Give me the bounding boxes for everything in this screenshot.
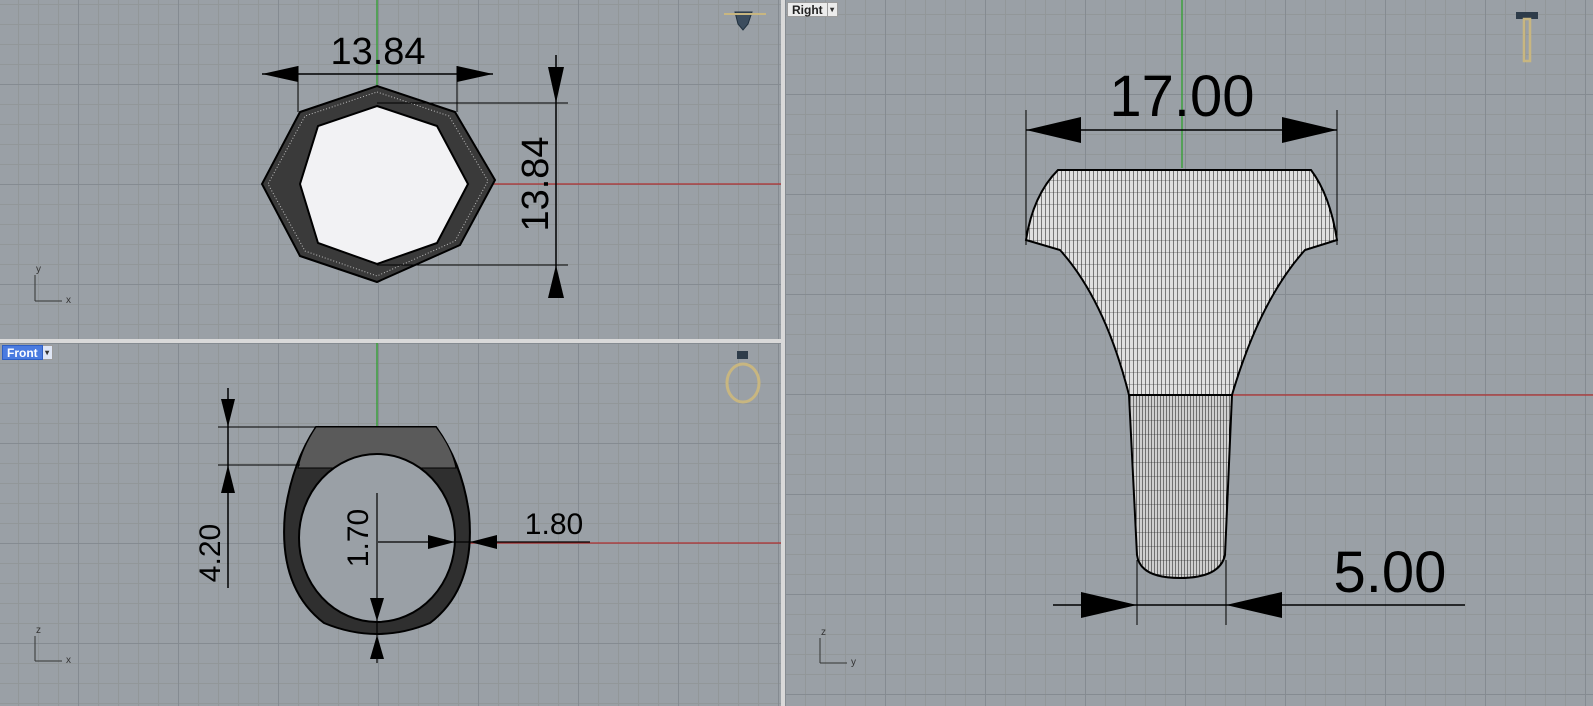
axes-glyph: y x (34, 264, 71, 306)
front-viewport[interactable]: Front ▾ 4.20 1.70 1.80 z x (0, 343, 781, 706)
svg-text:z: z (36, 625, 41, 636)
ring-side-view-widget-icon[interactable] (1516, 12, 1538, 63)
top-width-dimension: 13.84 (330, 31, 425, 73)
svg-text:y: y (36, 264, 41, 275)
svg-text:z: z (821, 627, 826, 638)
front-viewport-canvas: 4.20 1.70 1.80 z x (34, 343, 781, 666)
gem-view-widget-icon[interactable] (724, 11, 766, 31)
top-viewport-canvas: 13.84 13.84 y x (34, 0, 781, 306)
svg-text:x: x (66, 655, 71, 666)
front-inner-thickness-dimension: 1.70 (342, 509, 375, 567)
ring-side-outline (1024, 169, 1339, 580)
right-top-width-dimension: 17.00 (1109, 64, 1254, 129)
svg-text:x: x (66, 295, 71, 306)
right-viewport-canvas: 17.00 5.00 z y (819, 0, 1593, 668)
front-top-height-dimension: 4.20 (194, 524, 227, 582)
top-viewport[interactable]: 13.84 13.84 y x (0, 0, 781, 339)
right-shank-width-dimension: 5.00 (1334, 540, 1447, 605)
axes-glyph: z y (819, 627, 856, 668)
top-height-dimension: 13.84 (515, 136, 557, 231)
svg-text:y: y (851, 657, 856, 668)
front-side-thickness-dimension: 1.80 (525, 508, 583, 541)
axes-glyph: z x (34, 625, 71, 666)
ring-view-widget-icon[interactable] (725, 351, 761, 404)
right-viewport[interactable]: Right ▾ 17.00 5.00 z y (785, 0, 1593, 706)
ring-top-outline (260, 84, 497, 284)
